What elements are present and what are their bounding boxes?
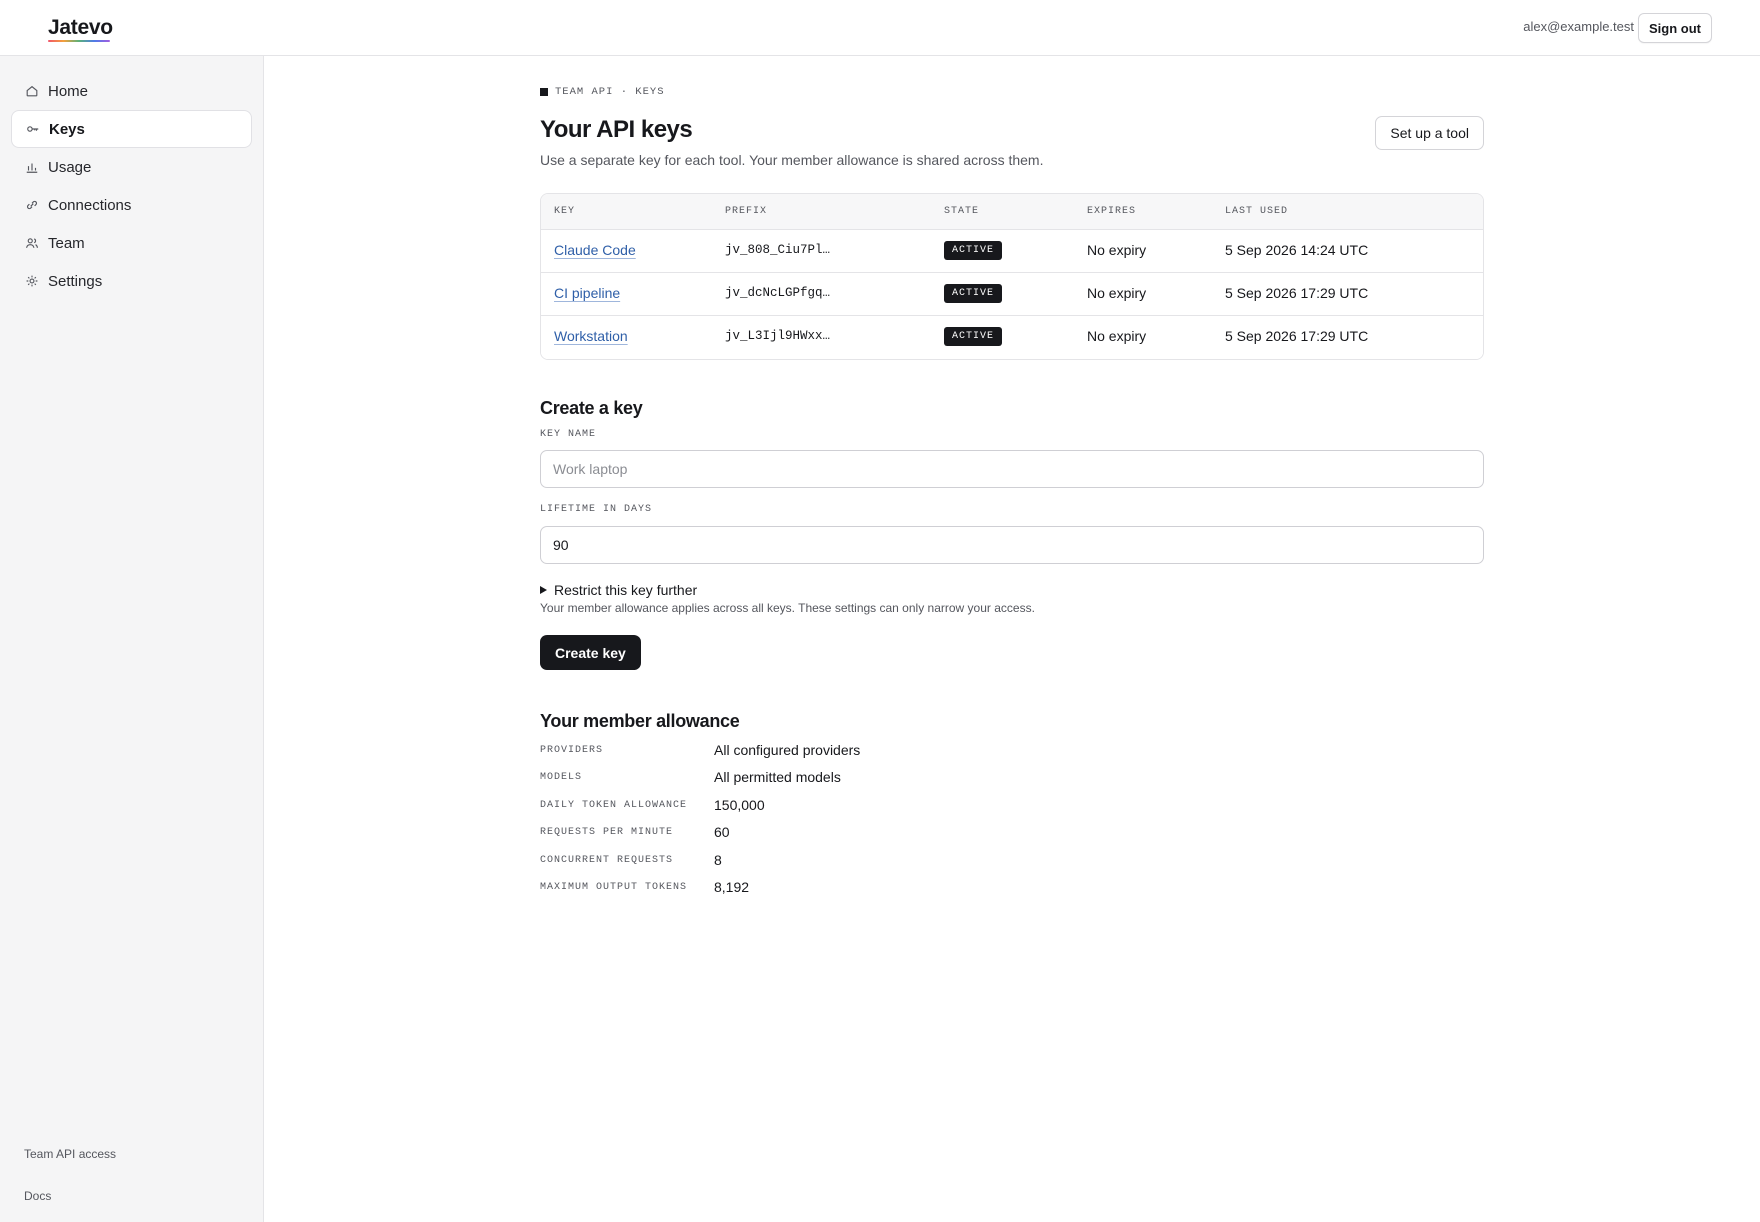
restrict-note: Your member allowance applies across all… (540, 601, 1035, 615)
table-row: Workstation jv_L3Ijl9HWxx… ACTIVE No exp… (541, 316, 1483, 359)
sidebar-item-label: Team (48, 234, 85, 252)
sidebar: Home Keys Usage Connections Team Setting… (0, 56, 264, 1222)
table-header: KEY PREFIX STATE EXPIRES LAST USED (541, 194, 1483, 230)
allowance-value: 150,000 (714, 797, 765, 813)
restrict-disclosure[interactable]: Restrict this key further (540, 582, 697, 598)
key-name-label: KEY NAME (540, 429, 597, 440)
status-badge: ACTIVE (944, 241, 1003, 260)
set-up-tool-button[interactable]: Set up a tool (1375, 116, 1484, 150)
breadcrumb-text: TEAM API · KEYS (555, 86, 665, 98)
sidebar-item-team[interactable]: Team (11, 224, 252, 262)
key-last-used: 5 Sep 2026 17:29 UTC (1225, 285, 1369, 301)
key-name-input[interactable] (540, 450, 1484, 488)
users-icon (25, 236, 39, 250)
key-prefix: jv_dcNcLGPfgq… (725, 286, 831, 300)
page-title: Your API keys (540, 116, 693, 143)
allowance-row: MAXIMUM OUTPUT TOKENS 8,192 (540, 879, 1140, 899)
link-icon (25, 198, 39, 212)
allowance-value: 8 (714, 852, 722, 868)
allowance-value: All configured providers (714, 742, 861, 758)
lifetime-input[interactable] (540, 526, 1484, 564)
sidebar-item-home[interactable]: Home (11, 72, 252, 110)
column-header-expires: EXPIRES (1087, 206, 1137, 217)
sidebar-item-keys[interactable]: Keys (11, 110, 252, 148)
allowance-label: MODELS (540, 772, 583, 783)
allowance-value: 60 (714, 824, 730, 840)
create-key-button[interactable]: Create key (540, 635, 641, 670)
page-subtitle: Use a separate key for each tool. Your m… (540, 152, 1044, 168)
sign-out-button[interactable]: Sign out (1638, 13, 1712, 43)
key-icon (26, 122, 40, 136)
user-email: alex@example.test (1523, 19, 1634, 34)
key-last-used: 5 Sep 2026 17:29 UTC (1225, 328, 1369, 344)
sidebar-nav: Home Keys Usage Connections Team Setting… (11, 72, 252, 300)
sidebar-item-settings[interactable]: Settings (11, 262, 252, 300)
allowance-label: MAXIMUM OUTPUT TOKENS (540, 882, 688, 893)
home-icon (25, 84, 39, 98)
gear-icon (25, 274, 39, 288)
top-bar: Jatevo alex@example.test Sign out (0, 0, 1760, 56)
key-name-link[interactable]: Workstation (554, 328, 628, 344)
sidebar-item-label: Usage (48, 158, 92, 176)
status-badge: ACTIVE (944, 327, 1003, 346)
breadcrumb-square-icon (540, 88, 548, 96)
sidebar-item-label: Settings (48, 272, 103, 290)
breadcrumb: TEAM API · KEYS (540, 86, 665, 98)
create-key-heading: Create a key (540, 398, 643, 418)
allowance-row: REQUESTS PER MINUTE 60 (540, 824, 1140, 844)
key-name-link[interactable]: Claude Code (554, 242, 636, 258)
table-row: CI pipeline jv_dcNcLGPfgq… ACTIVE No exp… (541, 273, 1483, 316)
allowance-label: DAILY TOKEN ALLOWANCE (540, 800, 688, 811)
team-api-access-link[interactable]: Team API access (24, 1147, 116, 1161)
allowance-row: CONCURRENT REQUESTS 8 (540, 852, 1140, 872)
docs-link[interactable]: Docs (24, 1189, 51, 1203)
key-expires: No expiry (1087, 242, 1147, 258)
allowance-label: CONCURRENT REQUESTS (540, 855, 674, 866)
allowance-row: MODELS All permitted models (540, 769, 1140, 789)
allowance-row: PROVIDERS All configured providers (540, 742, 1140, 762)
key-prefix: jv_L3Ijl9HWxx… (725, 329, 831, 343)
status-badge: ACTIVE (944, 284, 1003, 303)
allowance-label: REQUESTS PER MINUTE (540, 827, 674, 838)
allowance-label: PROVIDERS (540, 745, 604, 756)
key-expires: No expiry (1087, 328, 1147, 344)
disclosure-triangle-icon (540, 586, 547, 594)
sidebar-item-usage[interactable]: Usage (11, 148, 252, 186)
sidebar-item-label: Keys (49, 120, 85, 138)
keys-table: KEY PREFIX STATE EXPIRES LAST USED Claud… (540, 193, 1484, 360)
column-header-last-used: LAST USED (1225, 206, 1289, 217)
sidebar-item-label: Home (48, 82, 89, 100)
column-header-key: KEY (554, 206, 576, 217)
allowance-value: All permitted models (714, 769, 841, 785)
logo[interactable]: Jatevo (48, 16, 113, 40)
table-row: Claude Code jv_808_Ciu7Pl… ACTIVE No exp… (541, 230, 1483, 273)
allowance-heading: Your member allowance (540, 711, 740, 731)
column-header-prefix: PREFIX (725, 206, 768, 217)
bar-chart-icon (25, 160, 39, 174)
sidebar-item-label: Connections (48, 196, 132, 214)
column-header-state: STATE (944, 206, 980, 217)
allowance-row: DAILY TOKEN ALLOWANCE 150,000 (540, 797, 1140, 817)
logo-underline (48, 40, 110, 42)
sidebar-item-connections[interactable]: Connections (11, 186, 252, 224)
key-prefix: jv_808_Ciu7Pl… (725, 243, 831, 257)
key-expires: No expiry (1087, 285, 1147, 301)
key-name-link[interactable]: CI pipeline (554, 285, 620, 301)
lifetime-label: LIFETIME IN DAYS (540, 504, 653, 515)
key-last-used: 5 Sep 2026 14:24 UTC (1225, 242, 1369, 258)
allowance-value: 8,192 (714, 879, 750, 895)
restrict-label: Restrict this key further (554, 582, 698, 598)
